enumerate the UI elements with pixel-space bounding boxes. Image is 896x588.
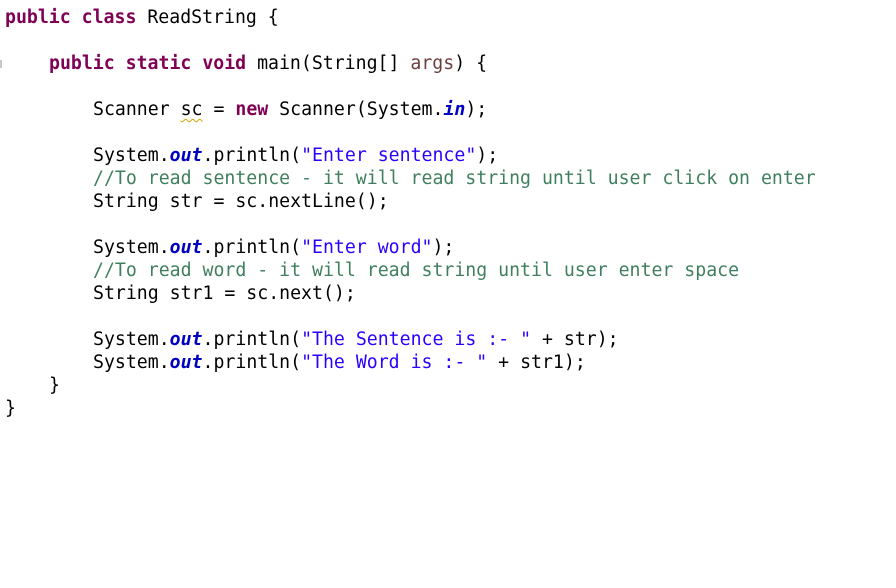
code-text: ); (432, 237, 455, 258)
string-literal: "Enter word" (301, 237, 433, 258)
keyword: void (202, 53, 247, 74)
code-text: + str); (531, 329, 619, 350)
warning-variable: sc (180, 99, 203, 120)
code-text: System. (93, 237, 170, 258)
keyword: class (81, 7, 137, 28)
static-field: out (169, 237, 203, 258)
code-text: System. (93, 145, 170, 166)
code-text: + str1); (487, 352, 586, 373)
string-literal: "The Word is :- " (301, 352, 488, 373)
static-field: out (169, 352, 203, 373)
code-text: Scanner (93, 99, 181, 120)
code-line-print-word-result[interactable]: System.out.println("The Word is :- " + s… (93, 351, 586, 374)
code-text: .println( (202, 352, 302, 373)
code-text: ReadString { (147, 7, 279, 28)
code-text: .println( (202, 329, 302, 350)
code-text: System. (93, 352, 170, 373)
keyword: public (49, 53, 115, 74)
string-literal: "The Sentence is :- " (301, 329, 532, 350)
code-line-println-sentence[interactable]: System.out.println("Enter sentence"); (93, 144, 498, 167)
code-line-println-word[interactable]: System.out.println("Enter word"); (93, 236, 454, 259)
static-field: out (169, 145, 203, 166)
code-line-close-class[interactable]: } (5, 397, 16, 420)
parameter: args (410, 53, 455, 74)
code-line-close-method[interactable]: } (49, 374, 60, 397)
string-literal: "Enter sentence" (301, 145, 477, 166)
code-line-readline[interactable]: String str = sc.nextLine(); (93, 190, 389, 213)
code-text: ) { (454, 53, 488, 74)
code-line-next[interactable]: String str1 = sc.next(); (93, 282, 356, 305)
code-text: = (202, 99, 236, 120)
code-text: .println( (202, 145, 302, 166)
static-field: out (169, 329, 203, 350)
code-text: ); (465, 99, 488, 120)
code-line-print-sentence-result[interactable]: System.out.println("The Sentence is :- "… (93, 328, 619, 351)
static-field: in (443, 99, 466, 120)
code-line-main-method[interactable]: public static void main(String[] args) { (49, 52, 487, 75)
gutter-marker (0, 60, 2, 68)
code-line-class-declaration[interactable]: public class ReadString { (5, 6, 279, 29)
code-text: System. (93, 329, 170, 350)
code-editor[interactable]: public class ReadString { public static … (0, 0, 896, 437)
keyword: new (235, 99, 269, 120)
code-line-comment-word[interactable]: //To read word - it will read string unt… (93, 259, 739, 282)
code-line-scanner[interactable]: Scanner sc = new Scanner(System.in); (93, 98, 487, 121)
keyword: static (125, 53, 192, 74)
code-text: ); (476, 145, 499, 166)
code-text: .println( (202, 237, 302, 258)
code-text: Scanner(System. (268, 99, 444, 120)
code-line-comment-sentence[interactable]: //To read sentence - it will read string… (93, 167, 816, 190)
code-text: main(String[] (257, 53, 411, 74)
keyword: public (5, 7, 71, 28)
